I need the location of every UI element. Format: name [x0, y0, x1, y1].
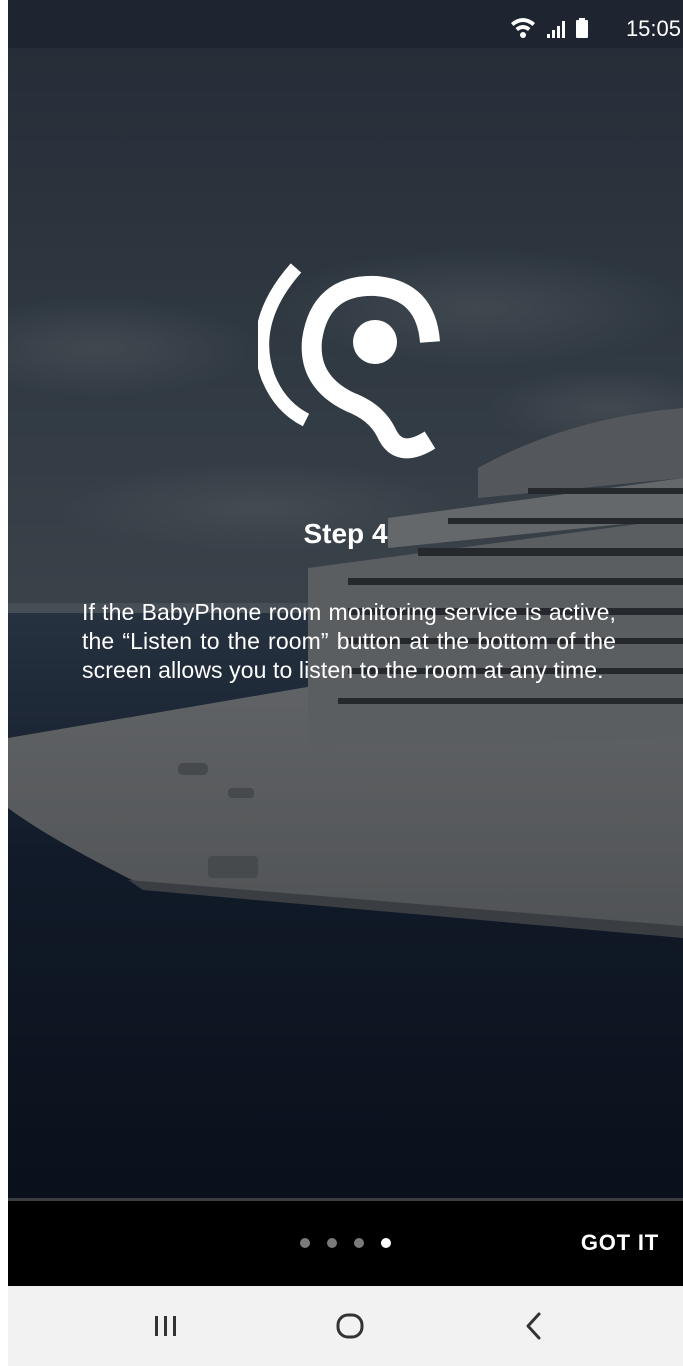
back-icon — [526, 1312, 541, 1340]
home-icon — [336, 1313, 364, 1339]
status-bar: 15:05 — [8, 0, 683, 48]
step-title: Step 4 — [303, 518, 388, 549]
signal-icon — [547, 21, 565, 38]
system-navigation-bar — [8, 1286, 683, 1366]
page-indicator — [300, 1238, 391, 1250]
status-icons — [509, 14, 599, 42]
page-dot-3 — [354, 1238, 364, 1248]
battery-icon — [576, 18, 588, 38]
ear-listen-icon — [255, 262, 448, 478]
page-dot-2 — [327, 1238, 337, 1248]
home-button[interactable] — [320, 1304, 380, 1348]
status-time: 15:05 — [625, 16, 681, 41]
app-screen: 15:05 Step 4 If the BabyPhone room monit… — [8, 0, 683, 1366]
wifi-icon — [511, 18, 535, 38]
recent-apps-button[interactable] — [136, 1304, 196, 1348]
back-button[interactable] — [504, 1304, 564, 1348]
page-dot-4-active — [381, 1238, 391, 1248]
got-it-button[interactable]: GOT IT — [581, 1229, 659, 1257]
recent-apps-icon — [155, 1316, 176, 1336]
step-description: If the BabyPhone room monitoring service… — [82, 599, 616, 683]
page-dot-1 — [300, 1238, 310, 1248]
onboarding-pager-bar: GOT IT — [8, 1198, 683, 1286]
